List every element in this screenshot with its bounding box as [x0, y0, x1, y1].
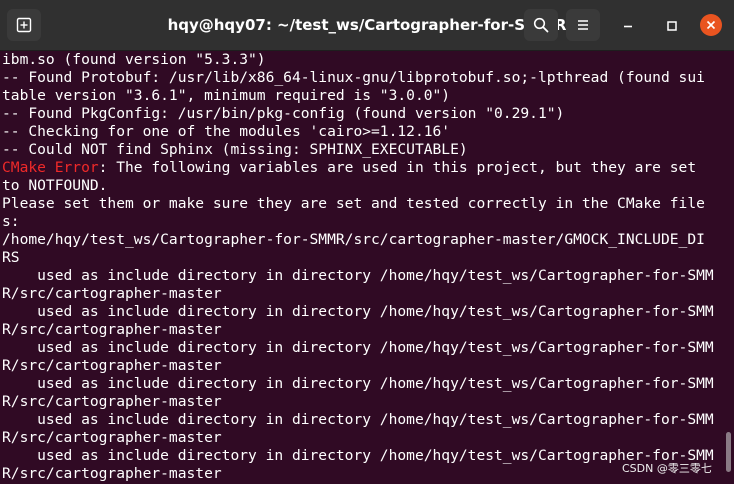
- terminal-output[interactable]: ibm.so (found version "5.3.3") -- Found …: [0, 51, 734, 484]
- terminal-line: R/src/cartographer-master: [2, 321, 222, 338]
- terminal-line: R/src/cartographer-master: [2, 393, 222, 410]
- terminal-line: /home/hqy/test_ws/Cartographer-for-SMMR/…: [2, 231, 705, 248]
- terminal-window: hqy@hqy07: ~/test_ws/Cartographer-for-SM…: [0, 0, 734, 484]
- terminal-line: R/src/cartographer-master: [2, 357, 222, 374]
- cmake-error-message: : The following variables are used in th…: [98, 159, 697, 176]
- terminal-line: -- Found Protobuf: /usr/lib/x86_64-linux…: [2, 69, 705, 86]
- terminal-line: used as include directory in directory /…: [2, 339, 714, 356]
- hamburger-menu-icon: [578, 20, 588, 30]
- terminal-line: used as include directory in directory /…: [2, 411, 714, 428]
- title-bar: hqy@hqy07: ~/test_ws/Cartographer-for-SM…: [0, 0, 734, 51]
- maximize-button[interactable]: [660, 14, 684, 38]
- scrollbar-thumb[interactable]: [726, 432, 731, 472]
- terminal-line: RS: [2, 249, 20, 266]
- error-line: CMake Error: The following variables are…: [0, 159, 734, 177]
- minimize-button[interactable]: [616, 14, 640, 38]
- menu-button[interactable]: [566, 9, 600, 41]
- watermark: CSDN @零三零七: [622, 462, 712, 475]
- terminal-line: table version "3.6.1", minimum required …: [2, 87, 451, 104]
- terminal-line: used as include directory in directory /…: [2, 303, 714, 320]
- close-icon: [706, 20, 716, 30]
- terminal-line: used as include directory in directory /…: [2, 375, 714, 392]
- search-icon: [533, 17, 549, 33]
- terminal-line: -- Found PkgConfig: /usr/bin/pkg-config …: [2, 105, 565, 122]
- terminal-line: used as include directory in directory /…: [2, 267, 714, 284]
- terminal-line: to NOTFOUND.: [2, 177, 108, 194]
- terminal-line: R/src/cartographer-master: [2, 285, 222, 302]
- close-button[interactable]: [700, 14, 722, 36]
- terminal-line: -- Checking for one of the modules 'cair…: [2, 123, 451, 140]
- minimize-icon: [624, 25, 632, 28]
- terminal-line: ibm.so (found version "5.3.3"): [2, 51, 266, 68]
- cmake-error-label: CMake Error: [2, 159, 99, 176]
- terminal-line: -- Could NOT find Sphinx (missing: SPHIN…: [2, 141, 468, 158]
- maximize-icon: [667, 21, 677, 31]
- search-button[interactable]: [524, 9, 558, 41]
- terminal-line: R/src/cartographer-master: [2, 429, 222, 446]
- terminal-line: Please set them or make sure they are se…: [2, 195, 705, 212]
- terminal-line: s:: [2, 213, 20, 230]
